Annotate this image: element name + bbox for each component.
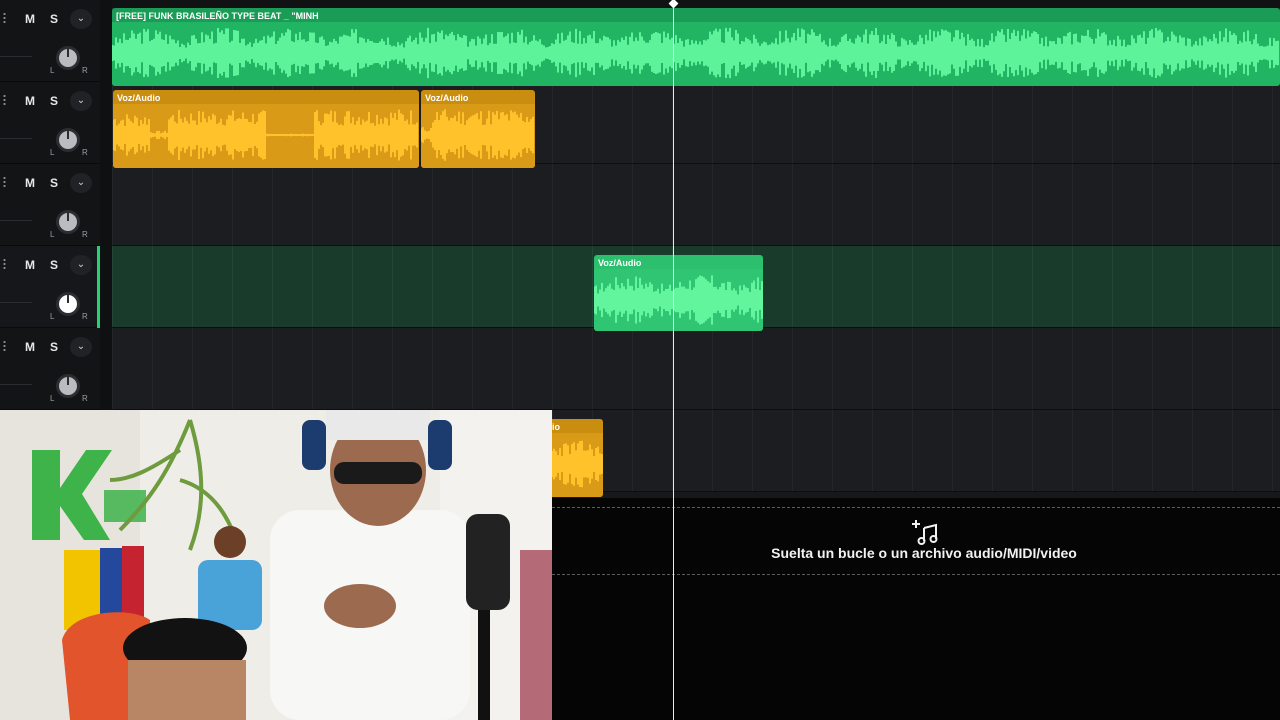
track-header-1: M S ⌄ L R [0, 0, 100, 82]
pan-left-label: L [50, 148, 55, 157]
track-header-5: M S ⌄ L R [0, 328, 100, 410]
pan-knob[interactable] [56, 210, 80, 234]
chevron-down-icon[interactable]: ⌄ [70, 255, 92, 275]
drag-handle-icon[interactable] [3, 258, 6, 270]
volume-line [0, 384, 32, 385]
chevron-down-icon[interactable]: ⌄ [70, 91, 92, 111]
pan-right-label: R [82, 66, 88, 75]
track-header-2: M S ⌄ L R [0, 82, 100, 164]
waveform [113, 109, 418, 161]
pan-left-label: L [50, 312, 55, 321]
pan-right-label: R [82, 394, 88, 403]
drop-zone[interactable]: Suelta un bucle o un archivo audio/MIDI/… [552, 498, 1280, 720]
pan-knob[interactable] [56, 128, 80, 152]
waveform [594, 275, 763, 325]
webcam-overlay [0, 410, 552, 720]
pan-left-label: L [50, 394, 55, 403]
drop-zone-text: Suelta un bucle o un archivo audio/MIDI/… [771, 545, 1077, 561]
waveform [421, 109, 534, 161]
track-header-3: M S ⌄ L R [0, 164, 100, 246]
pan-right-label: R [82, 148, 88, 157]
audio-clip-voz-2[interactable]: Voz/Audio [421, 90, 535, 168]
mute-button[interactable]: M [20, 91, 40, 111]
timeline-ruler[interactable] [112, 0, 1280, 8]
clip-title: Voz/Audio [117, 93, 161, 103]
drop-zone-border-bottom [552, 574, 1280, 575]
pan-knob[interactable] [56, 292, 80, 316]
audio-clip-voz-1[interactable]: Voz/Audio [113, 90, 419, 168]
volume-line [0, 138, 32, 139]
waveform [112, 27, 1279, 79]
clip-title: io [552, 422, 560, 432]
clip-title: Voz/Audio [598, 258, 642, 268]
solo-button[interactable]: S [44, 337, 64, 357]
clip-title: Voz/Audio [425, 93, 469, 103]
chevron-down-icon[interactable]: ⌄ [70, 9, 92, 29]
track-lane-3[interactable] [112, 164, 1280, 246]
audio-clip-voz-3[interactable]: Voz/Audio [594, 255, 763, 331]
pan-left-label: L [50, 230, 55, 239]
solo-button[interactable]: S [44, 173, 64, 193]
pan-right-label: R [82, 312, 88, 321]
drop-zone-border-top [552, 507, 1280, 508]
chevron-down-icon[interactable]: ⌄ [70, 337, 92, 357]
chevron-down-icon[interactable]: ⌄ [70, 173, 92, 193]
mute-button[interactable]: M [20, 173, 40, 193]
pan-right-label: R [82, 230, 88, 239]
volume-line [0, 302, 32, 303]
drag-handle-icon[interactable] [3, 12, 6, 24]
drag-handle-icon[interactable] [3, 176, 6, 188]
solo-button[interactable]: S [44, 91, 64, 111]
solo-button[interactable]: S [44, 9, 64, 29]
mute-button[interactable]: M [20, 9, 40, 29]
mute-button[interactable]: M [20, 337, 40, 357]
webcam-photo [0, 410, 552, 720]
pan-knob[interactable] [56, 374, 80, 398]
pan-knob[interactable] [56, 46, 80, 70]
pan-left-label: L [50, 66, 55, 75]
playhead-line[interactable] [673, 0, 674, 720]
clip-title: [FREE] FUNK BRASILEÑO TYPE BEAT _ "MINH [116, 11, 319, 21]
track-lane-5[interactable] [112, 328, 1280, 410]
music-note-plus-icon [912, 520, 938, 545]
track-header-4: M S ⌄ L R [0, 246, 100, 328]
drag-handle-icon[interactable] [3, 94, 6, 106]
volume-line [0, 56, 32, 57]
audio-clip-beat[interactable]: [FREE] FUNK BRASILEÑO TYPE BEAT _ "MINH [112, 8, 1280, 86]
mute-button[interactable]: M [20, 255, 40, 275]
daw-window: M S ⌄ L R M S ⌄ L R M S ⌄ L R M S ⌄ L R [0, 0, 1280, 720]
solo-button[interactable]: S [44, 255, 64, 275]
volume-line [0, 220, 32, 221]
drag-handle-icon[interactable] [3, 340, 6, 352]
